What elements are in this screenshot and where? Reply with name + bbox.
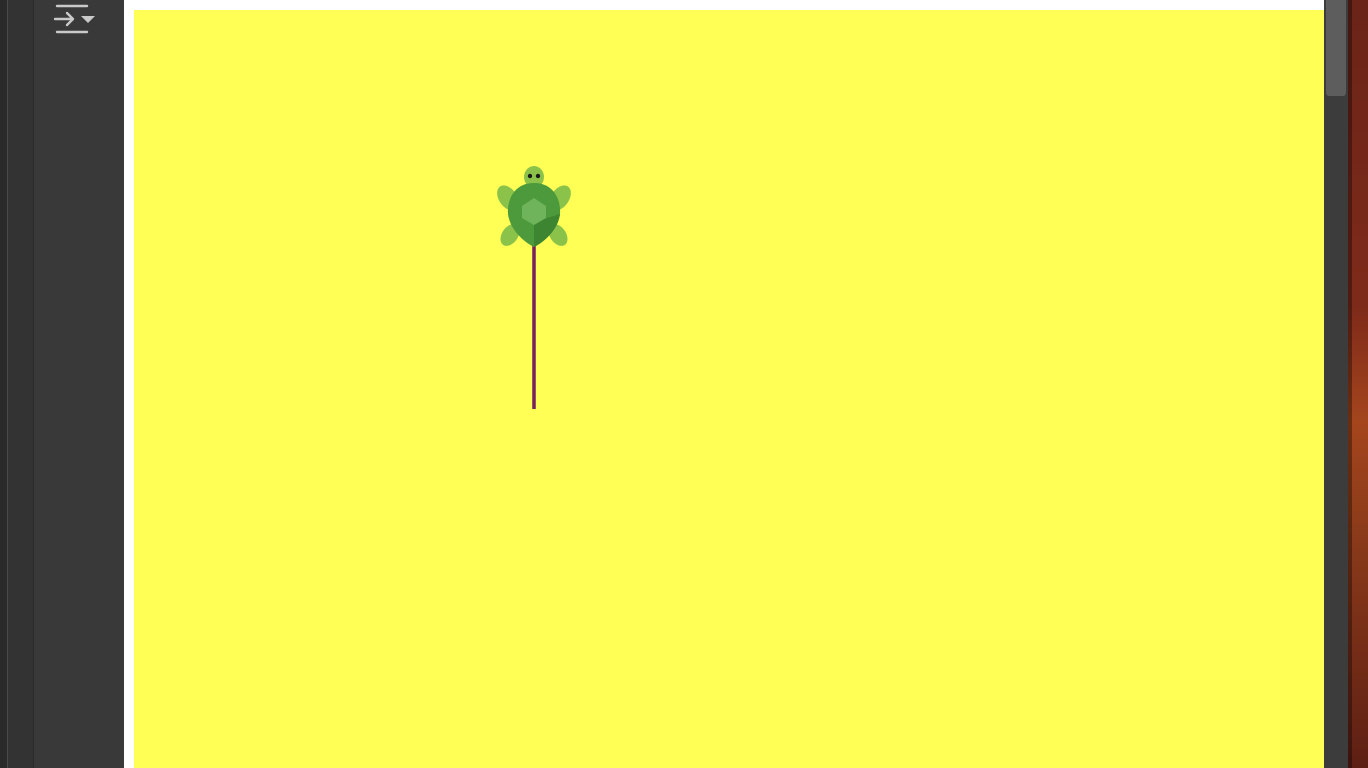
turtle-canvas [134, 10, 1324, 768]
screen [0, 0, 1368, 768]
canvas-background [134, 10, 1324, 768]
vertical-scrollbar[interactable] [1324, 0, 1348, 768]
window-edge [0, 0, 8, 768]
tool-rail [8, 0, 34, 768]
window-shadow [1348, 0, 1352, 768]
scrollbar-thumb[interactable] [1326, 0, 1346, 96]
convert-dropdown-icon[interactable] [52, 0, 100, 38]
side-panel [34, 0, 124, 768]
